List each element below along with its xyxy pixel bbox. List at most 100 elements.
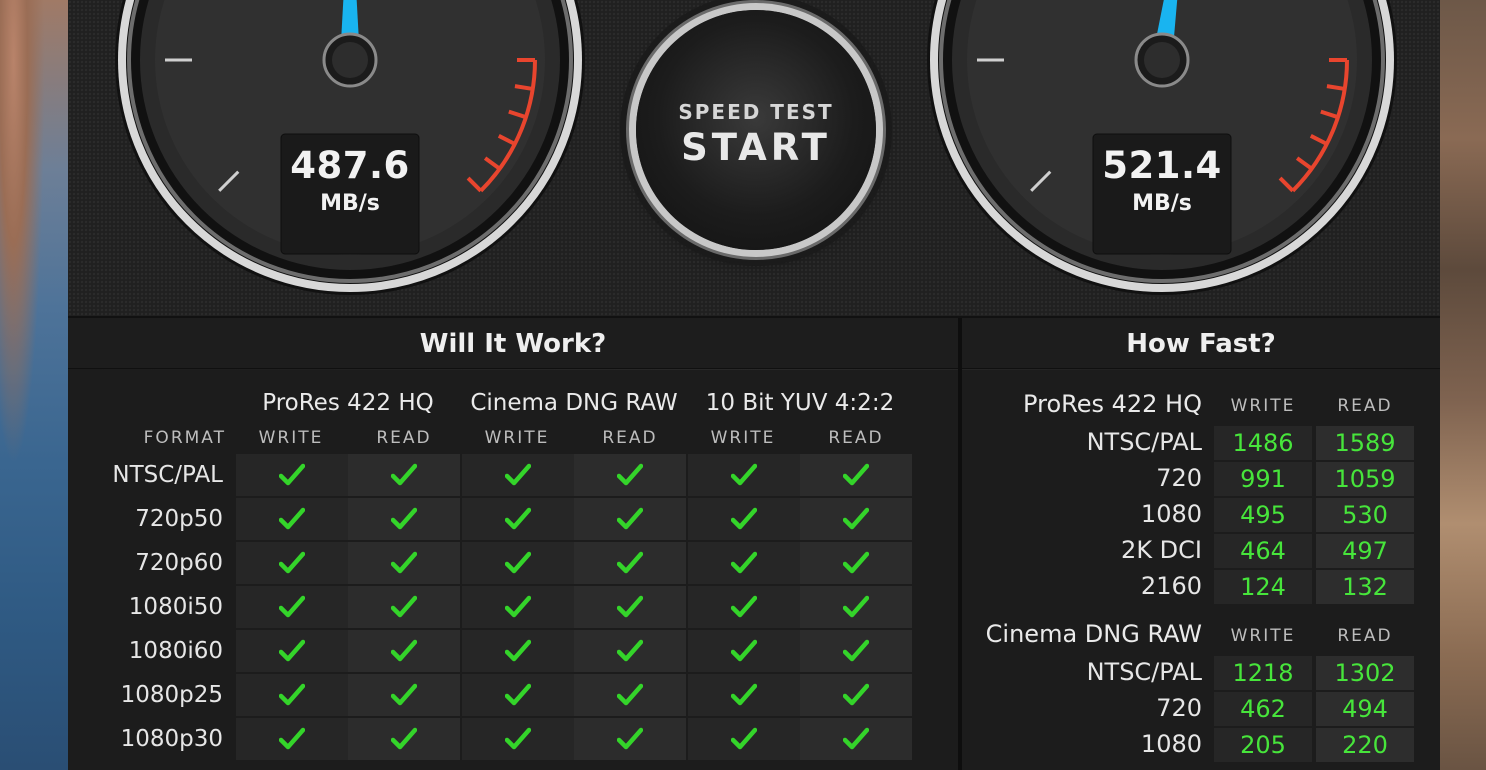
checkmark-icon (279, 507, 305, 530)
compat-check-cell (236, 454, 348, 496)
read-speed-unit: MB/s (1132, 191, 1192, 216)
checkmark-icon (843, 463, 869, 486)
checkmark-icon (731, 463, 757, 486)
write-speed-value: 487.6 (290, 144, 410, 187)
compat-check-cell (800, 498, 912, 540)
compat-check-cell (348, 542, 460, 584)
compat-check-cell (462, 674, 574, 716)
read-gauge-redline-tick-1 (1326, 84, 1346, 91)
checkmark-icon (505, 639, 531, 662)
desktop-wallpaper-right (1440, 0, 1486, 770)
col-header-prores-read: READ (376, 428, 432, 448)
checkmark-icon (505, 507, 531, 530)
checkmark-icon (505, 727, 531, 750)
checkmark-icon (279, 727, 305, 750)
checkmark-icon (731, 507, 757, 530)
compat-check-cell (688, 586, 800, 628)
compat-check-cell (348, 498, 460, 540)
checkmark-icon (617, 551, 643, 574)
compat-check-cell (236, 674, 348, 716)
write-speed-unit: MB/s (320, 191, 380, 216)
how-fast-write-value: 1486 (1214, 426, 1312, 460)
compat-check-cell (574, 630, 686, 672)
compat-check-cell (348, 454, 460, 496)
how-fast-row-label: 2160 (1140, 572, 1202, 600)
checkmark-icon (731, 551, 757, 574)
compat-check-cell (348, 718, 460, 760)
how-fast-read-value: 132 (1316, 570, 1414, 604)
compat-check-cell (800, 674, 912, 716)
compat-check-cell (574, 674, 686, 716)
compat-check-cell (800, 454, 912, 496)
start-button-top-label: SPEED TEST (678, 100, 834, 124)
checkmark-icon (279, 595, 305, 618)
how-fast-row-label: NTSC/PAL (1086, 428, 1202, 456)
how-fast-section-title: ProRes 422 HQ (1023, 390, 1202, 418)
checkmark-icon (617, 507, 643, 530)
checkmark-icon (843, 639, 869, 662)
how-fast-row-label: 720 (1156, 694, 1202, 722)
how-fast-read-value: 1302 (1316, 656, 1414, 690)
how-fast-table: ProRes 422 HQ WRITE READ NTSC/PAL 1486 1589 72… (962, 370, 1440, 770)
compat-check-cell (462, 718, 574, 760)
checkmark-icon (731, 683, 757, 706)
checkmark-icon (505, 551, 531, 574)
compat-check-cell (236, 498, 348, 540)
col-header-yuv-read: READ (828, 428, 884, 448)
col-header-dng-write: WRITE (484, 428, 550, 448)
compat-check-cell (462, 630, 574, 672)
checkmark-icon (731, 727, 757, 750)
compat-check-cell (236, 718, 348, 760)
checkmark-icon (391, 727, 417, 750)
how-fast-write-value: 991 (1214, 462, 1312, 496)
compat-check-cell (688, 498, 800, 540)
checkmark-icon (279, 551, 305, 574)
format-row-label: 1080i60 (128, 638, 223, 664)
compat-check-cell (574, 586, 686, 628)
gauges-area: 487.6 MB/s SPEED TEST START 521.4 MB/s (68, 0, 1440, 318)
compat-check-cell (688, 674, 800, 716)
compat-check-cell (800, 718, 912, 760)
compat-check-cell (348, 674, 460, 716)
col-header-yuv-write: WRITE (710, 428, 776, 448)
checkmark-icon (731, 595, 757, 618)
group-header-cinema-dng: Cinema DNG RAW (470, 390, 678, 416)
read-speed-value: 521.4 (1102, 144, 1222, 187)
how-fast-write-value: 124 (1214, 570, 1312, 604)
checkmark-icon (617, 683, 643, 706)
compat-check-cell (462, 586, 574, 628)
how-fast-row-label: 1080 (1140, 500, 1202, 528)
how-fast-write-value: 1218 (1214, 656, 1312, 690)
checkmark-icon (617, 463, 643, 486)
how-fast-section-title: Cinema DNG RAW (985, 620, 1202, 648)
how-fast-read-value: 220 (1316, 728, 1414, 762)
compat-check-cell (688, 454, 800, 496)
format-row-label: NTSC/PAL (112, 462, 223, 488)
write-readout: 487.6 MB/s (281, 134, 419, 254)
compat-check-cell (236, 630, 348, 672)
format-row-label: 1080i50 (128, 594, 223, 620)
compat-check-cell (574, 718, 686, 760)
how-fast-write-value: 205 (1214, 728, 1312, 762)
how-fast-read-header: READ (1337, 396, 1393, 416)
how-fast-read-value: 530 (1316, 498, 1414, 532)
format-column-header: FORMAT (143, 428, 226, 448)
checkmark-icon (391, 551, 417, 574)
start-button[interactable]: SPEED TEST START (636, 10, 876, 250)
checkmark-icon (617, 639, 643, 662)
format-row-label: 1080p30 (120, 726, 223, 752)
compat-check-cell (800, 542, 912, 584)
checkmark-icon (391, 683, 417, 706)
compat-check-cell (348, 586, 460, 628)
compat-check-cell (688, 630, 800, 672)
read-readout: 521.4 MB/s (1093, 134, 1231, 254)
group-header-yuv: 10 Bit YUV 4:2:2 (705, 390, 895, 416)
how-fast-write-header: WRITE (1230, 626, 1296, 646)
compat-check-cell (574, 454, 686, 496)
compat-check-cell (800, 630, 912, 672)
disk-speed-test-window: 487.6 MB/s SPEED TEST START 521.4 MB/s W… (68, 0, 1440, 770)
checkmark-icon (731, 639, 757, 662)
col-header-dng-read: READ (602, 428, 658, 448)
how-fast-row-label: 1080 (1140, 730, 1202, 758)
how-fast-write-header: WRITE (1230, 396, 1296, 416)
